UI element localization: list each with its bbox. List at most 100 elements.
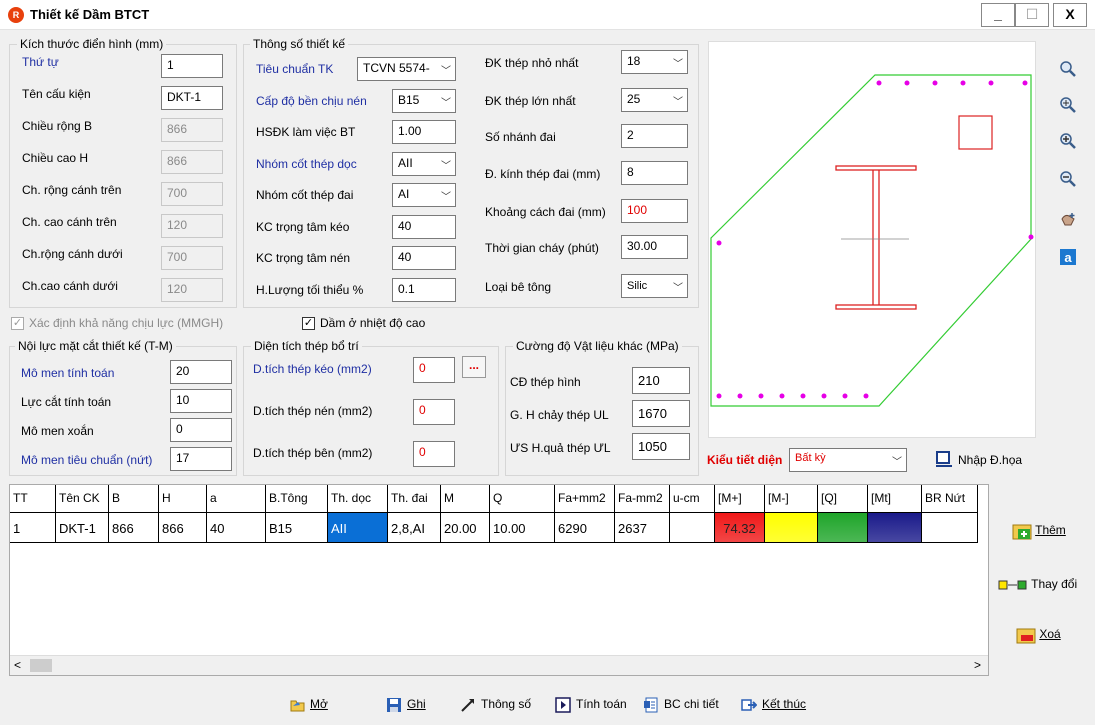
import-graphics-label[interactable]: Nhập Đ.họa [958, 453, 1022, 467]
delete-button[interactable]: Xoá [1016, 626, 1061, 644]
param-field[interactable]: 0.1 [392, 277, 456, 302]
table-cell[interactable]: 1 [10, 513, 56, 543]
pan-hand-icon[interactable] [1058, 210, 1078, 230]
zoom-out-icon[interactable] [1058, 170, 1078, 190]
exit-button[interactable]: Kết thúc [741, 692, 806, 716]
text-label-icon[interactable]: a [1058, 248, 1078, 268]
table-cell[interactable] [818, 513, 868, 543]
change-button[interactable]: Thay đổi [998, 577, 1077, 591]
column-header[interactable]: [M+] [715, 485, 765, 513]
column-header[interactable]: Th. đai [388, 485, 441, 513]
table-cell[interactable] [922, 513, 978, 543]
param-select[interactable]: AII ﹀ [392, 151, 456, 176]
column-header[interactable]: Th. dọc [328, 485, 388, 513]
scroll-thumb[interactable] [30, 659, 52, 672]
table-cell[interactable]: 866 [109, 513, 159, 543]
close-button[interactable]: X [1053, 3, 1087, 27]
table-cell[interactable]: 866 [159, 513, 207, 543]
calc-label: Tính toán [576, 697, 627, 711]
table-cell[interactable]: 2637 [615, 513, 670, 543]
param-select[interactable]: AI ﹀ [392, 183, 456, 207]
strength-field[interactable]: 1670 [632, 400, 690, 427]
strength-field[interactable]: 1050 [632, 433, 690, 460]
column-header[interactable]: H [159, 485, 207, 513]
column-header[interactable]: [Mt] [868, 485, 922, 513]
report-button[interactable]: BC chi tiết [643, 692, 719, 716]
table-cell[interactable]: 40 [207, 513, 266, 543]
dimension-field: 700 [161, 246, 223, 270]
column-header[interactable]: [Q] [818, 485, 868, 513]
param-field[interactable]: 30.00 [621, 235, 688, 259]
minimize-button[interactable]: _ [981, 3, 1015, 27]
column-header[interactable]: B [109, 485, 159, 513]
mmgh-checkbox[interactable]: ✓ [11, 317, 24, 330]
param-select[interactable]: 18 ﹀ [621, 50, 688, 74]
column-header[interactable]: Fa-mm2 [615, 485, 670, 513]
param-field[interactable]: 40 [392, 214, 456, 239]
dimension-field: 120 [161, 214, 223, 238]
results-table[interactable]: TT Tên CK B Ha B.Tông Th. dọc Th. đai M Q Fa+mm2 F… [9, 484, 989, 676]
add-button[interactable]: Thêm [1012, 522, 1066, 540]
param-field[interactable]: 8 [621, 161, 688, 185]
table-cell[interactable] [670, 513, 715, 543]
open-button[interactable]: Mở [289, 692, 328, 716]
maximize-button[interactable]: ☐ [1015, 3, 1049, 27]
dimension-field[interactable]: DKT-1 [161, 86, 223, 110]
column-header[interactable]: Q [490, 485, 555, 513]
param-field[interactable]: 1.00 [392, 120, 456, 144]
force-field[interactable]: 20 [170, 360, 232, 384]
steel-area-field[interactable]: 0 [413, 357, 455, 383]
import-graphics-icon[interactable] [936, 451, 952, 467]
param-field[interactable]: 2 [621, 124, 688, 148]
change-button-label: Thay đổi [1031, 577, 1078, 591]
force-field[interactable]: 17 [170, 447, 232, 471]
table-cell[interactable]: 74.32 [715, 513, 765, 543]
param-select[interactable]: TCVN 5574- ﹀ [357, 57, 456, 81]
steel-area-field[interactable]: 0 [413, 399, 455, 425]
param-select[interactable]: 25 ﹀ [621, 88, 688, 112]
column-header[interactable]: B.Tông [266, 485, 328, 513]
table-cell[interactable]: 6290 [555, 513, 615, 543]
high-temp-checkbox[interactable]: ✓ [302, 317, 315, 330]
scroll-left-arrow[interactable]: < [14, 658, 21, 672]
table-cell[interactable] [765, 513, 818, 543]
table-cell[interactable]: 20.00 [441, 513, 490, 543]
scroll-right-arrow[interactable]: > [974, 658, 981, 672]
zoom-window-icon[interactable] [1058, 60, 1078, 80]
column-header[interactable]: u-cm [670, 485, 715, 513]
steel-pick-button[interactable]: ... [462, 356, 486, 378]
table-cell[interactable]: 10.00 [490, 513, 555, 543]
table-cell[interactable] [868, 513, 922, 543]
table-cell[interactable]: B15 [266, 513, 328, 543]
param-field[interactable]: 40 [392, 246, 456, 270]
param-field[interactable]: 100 [621, 199, 688, 223]
column-header[interactable]: M [441, 485, 490, 513]
column-header[interactable]: TT [10, 485, 56, 513]
zoom-in-icon[interactable] [1058, 132, 1078, 152]
save-button[interactable]: Ghi [386, 692, 426, 716]
steel-area-field[interactable]: 0 [413, 441, 455, 467]
table-cell[interactable]: AII [328, 513, 388, 543]
column-header[interactable]: BR Nứt [922, 485, 978, 513]
horizontal-scrollbar[interactable]: < > [10, 655, 988, 675]
steel-area-label: D.tích thép nén (mm2) [253, 404, 373, 418]
column-header[interactable]: Tên CK [56, 485, 109, 513]
params-button[interactable]: Thông số [460, 692, 531, 716]
param-label: Nhóm cốt thép dọc [256, 156, 357, 171]
table-cell[interactable]: 2,8,AI [388, 513, 441, 543]
section-canvas[interactable] [708, 41, 1036, 438]
dimension-field[interactable]: 1 [161, 54, 223, 78]
force-field[interactable]: 0 [170, 418, 232, 442]
dimension-label: Thứ tự [22, 55, 59, 69]
column-header[interactable]: a [207, 485, 266, 513]
force-field[interactable]: 10 [170, 389, 232, 413]
table-cell[interactable]: DKT-1 [56, 513, 109, 543]
param-select[interactable]: Silic ﹀ [621, 274, 688, 298]
strength-field[interactable]: 210 [632, 367, 690, 394]
column-header[interactable]: Fa+mm2 [555, 485, 615, 513]
zoom-extents-icon[interactable] [1058, 96, 1078, 116]
column-header[interactable]: [M-] [765, 485, 818, 513]
calc-button[interactable]: Tính toán [555, 692, 627, 716]
section-type-select[interactable]: Bất kỳ ﹀ [789, 448, 907, 472]
param-select[interactable]: B15 ﹀ [392, 88, 456, 113]
